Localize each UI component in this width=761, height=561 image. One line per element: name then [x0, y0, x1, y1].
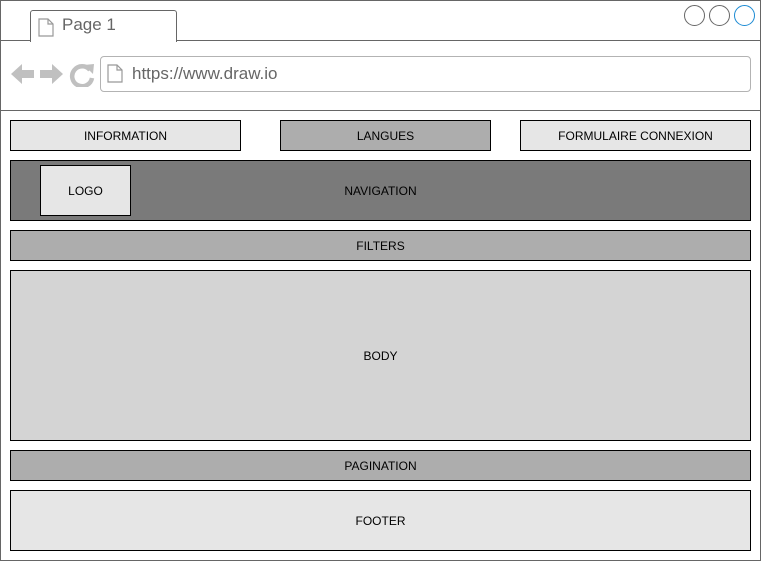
document-icon [38, 18, 54, 42]
back-arrow-icon[interactable] [11, 64, 34, 84]
toolbar-divider [1, 110, 760, 111]
minimize-button[interactable] [684, 5, 705, 26]
logo-box: LOGO [40, 165, 131, 216]
pagination-box: PAGINATION [10, 450, 751, 481]
maximize-button[interactable] [709, 5, 730, 26]
body-box: BODY [10, 270, 751, 441]
forward-arrow-icon[interactable] [40, 64, 63, 84]
navigation-label: NAVIGATION [344, 183, 417, 198]
footer-box: FOOTER [10, 490, 751, 551]
langues-box: LANGUES [280, 120, 491, 151]
navigation-controls [10, 61, 96, 92]
filters-box: FILTERS [10, 230, 751, 261]
refresh-icon[interactable] [69, 64, 95, 89]
tab-line-cover [31, 40, 175, 41]
information-box: INFORMATION [10, 120, 241, 151]
browser-tab[interactable]: Page 1 [30, 10, 177, 42]
url-text: https://www.draw.io [132, 64, 278, 83]
tab-label: Page 1 [62, 15, 116, 34]
address-bar[interactable]: https://www.draw.io [100, 56, 751, 92]
formulaire-connexion-box: FORMULAIRE CONNEXION [520, 120, 751, 151]
close-button[interactable] [734, 5, 755, 26]
page-icon [107, 64, 123, 88]
